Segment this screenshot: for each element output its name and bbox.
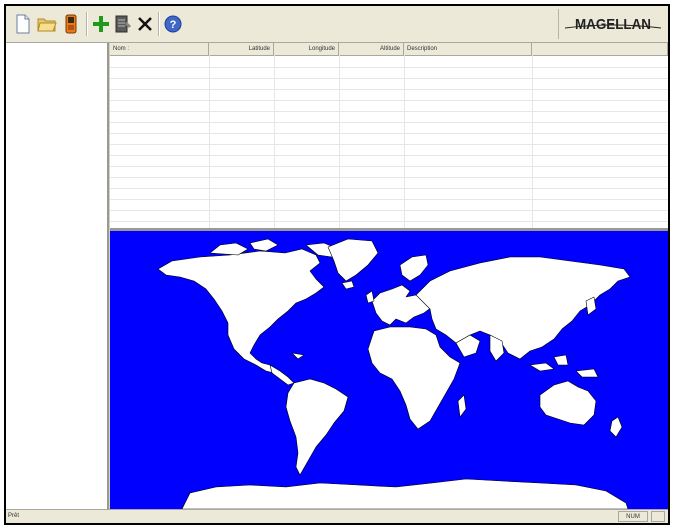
column-header-latitude[interactable]: Latitude [209, 43, 274, 55]
delete-waypoint-button[interactable] [134, 13, 156, 35]
column-header-extra[interactable] [532, 43, 668, 55]
toolbar-separator [86, 12, 88, 36]
table-row-line [110, 188, 668, 189]
table-row-line [110, 199, 668, 200]
table-header: Nom : Latitude Longitude Altitude Descri… [110, 43, 668, 56]
caribbean-island [291, 352, 305, 360]
column-header-longitude[interactable]: Longitude [274, 43, 339, 55]
table-row-line [110, 100, 668, 101]
table-column-line [209, 55, 210, 228]
table-row-line [110, 177, 668, 178]
table-row-line [110, 166, 668, 167]
scandinavia [399, 254, 429, 282]
new-file-button[interactable] [12, 13, 34, 35]
folder-icon [37, 18, 57, 32]
svg-text:?: ? [170, 19, 177, 31]
waypoint-tree-panel[interactable] [6, 43, 109, 509]
new-guinea [575, 368, 599, 378]
australia [539, 380, 597, 426]
table-row-line [110, 133, 668, 134]
magellan-logo-mark: MAGELLAN [564, 16, 662, 33]
central-america [269, 364, 295, 386]
gps-device-button[interactable] [60, 13, 82, 35]
world-map[interactable] [110, 231, 668, 509]
toolbar: ? MAGELLAN [6, 6, 668, 43]
edit-waypoint-button[interactable] [112, 13, 134, 35]
table-row-line [110, 122, 668, 123]
notepad-icon [115, 15, 131, 33]
num-lock-indicator: NUM [618, 511, 648, 522]
status-bar: Prêt NUM [6, 509, 668, 523]
column-header-altitude[interactable]: Altitude [339, 43, 404, 55]
table-column-line [274, 55, 275, 228]
world-map-svg [157, 238, 631, 509]
table-row-line [110, 111, 668, 112]
table-row-line [110, 210, 668, 211]
open-folder-button[interactable] [36, 13, 58, 35]
table-row-line [110, 144, 668, 145]
svg-text:MAGELLAN: MAGELLAN [575, 16, 651, 33]
africa [367, 326, 461, 430]
app-window: ? MAGELLAN Nom : Latitude Longitude Alti… [4, 4, 670, 525]
table-row-line [110, 78, 668, 79]
column-header-name[interactable]: Nom : [110, 43, 209, 55]
table-row-line [110, 67, 668, 68]
new-zealand [609, 416, 623, 438]
x-icon [138, 17, 152, 31]
british-isles [365, 290, 375, 304]
arctic-island [249, 238, 279, 252]
antarctica [181, 478, 629, 509]
gps-device-icon [65, 14, 77, 34]
madagascar [457, 394, 467, 418]
status-text: Prêt [8, 513, 20, 519]
asia [415, 256, 631, 360]
table-row-line [110, 155, 668, 156]
column-header-description[interactable]: Description [404, 43, 532, 55]
plus-icon [93, 16, 109, 32]
table-column-line [339, 55, 340, 228]
table-column-line [532, 55, 533, 228]
south-america [285, 378, 349, 476]
iceland [341, 280, 355, 290]
blank-page-icon [16, 14, 30, 34]
help-icon: ? [164, 15, 182, 33]
greenland [327, 238, 379, 282]
table-row-line [110, 89, 668, 90]
table-column-line [404, 55, 405, 228]
help-button[interactable]: ? [162, 13, 184, 35]
borneo [553, 354, 569, 366]
toolbar-separator [158, 12, 160, 36]
resize-grip[interactable] [651, 511, 665, 522]
indonesia [529, 362, 555, 372]
waypoint-table[interactable]: Nom : Latitude Longitude Altitude Descri… [110, 43, 668, 231]
magellan-logo: MAGELLAN [558, 9, 667, 39]
table-row-line [110, 221, 668, 222]
add-waypoint-button[interactable] [90, 13, 112, 35]
